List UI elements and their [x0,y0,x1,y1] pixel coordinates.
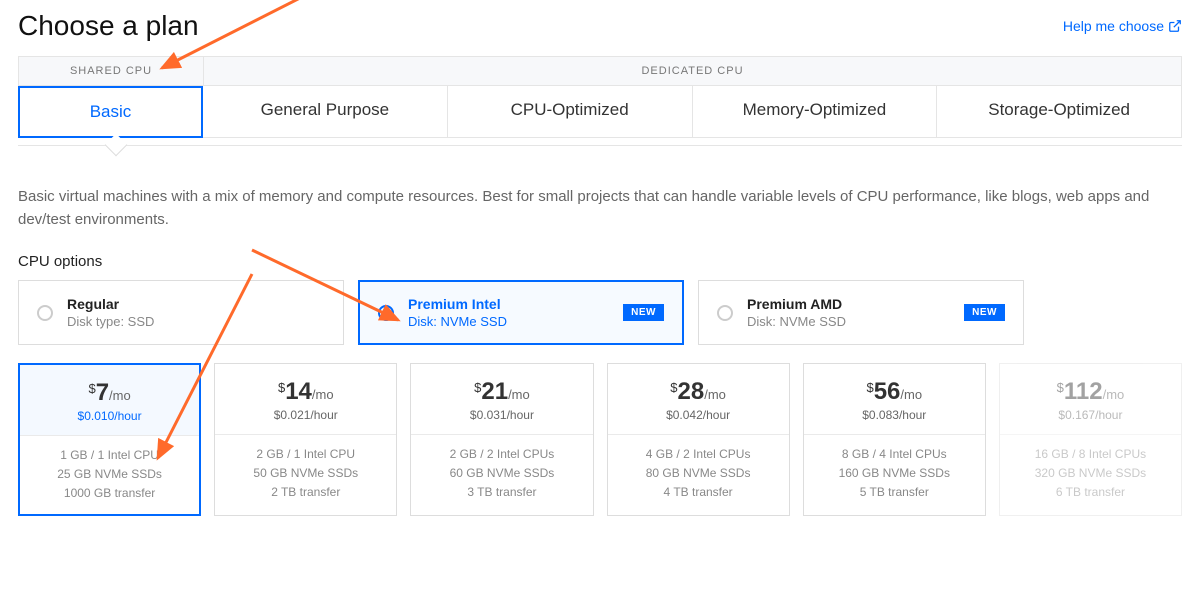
spec-ram-cpu: 1 GB / 1 Intel CPU [20,446,199,465]
cpu-option-premium-amd[interactable]: Premium AMD Disk: NVMe SSD NEW [698,280,1024,345]
cpu-option-disk: Disk: NVMe SSD [747,314,950,329]
page-title: Choose a plan [18,10,199,42]
spec-disk: 50 GB NVMe SSDs [215,464,396,483]
help-link-text: Help me choose [1063,18,1164,34]
spec-transfer: 4 TB transfer [608,483,789,502]
cpu-option-name: Premium Intel [408,296,609,312]
price-hour: $0.042/hour [608,408,789,422]
spec-disk: 25 GB NVMe SSDs [20,465,199,484]
new-badge: NEW [964,304,1005,321]
spec-ram-cpu: 16 GB / 8 Intel CPUs [1000,445,1181,464]
price-hour: $0.010/hour [20,409,199,423]
price-main: $21/mo [411,378,592,406]
price-card-112: $112/mo $0.167/hour 16 GB / 8 Intel CPUs32… [999,363,1182,516]
tab-general-purpose[interactable]: General Purpose [203,86,448,138]
spec-transfer: 1000 GB transfer [20,484,199,503]
price-main: $28/mo [608,378,789,406]
spec-disk: 80 GB NVMe SSDs [608,464,789,483]
tab-basic[interactable]: Basic [18,86,203,138]
cpu-option-premium-intel[interactable]: Premium Intel Disk: NVMe SSD NEW [358,280,684,345]
cpu-option-regular[interactable]: Regular Disk type: SSD [18,280,344,345]
cpu-option-disk: Disk type: SSD [67,314,325,329]
spec-disk: 60 GB NVMe SSDs [411,464,592,483]
price-hour: $0.167/hour [1000,408,1181,422]
radio-icon [378,305,394,321]
price-main: $7/mo [20,379,199,407]
spec-disk: 160 GB NVMe SSDs [804,464,985,483]
cpu-option-name: Premium AMD [747,296,950,312]
price-hour: $0.021/hour [215,408,396,422]
cpu-option-disk: Disk: NVMe SSD [408,314,609,329]
spec-ram-cpu: 4 GB / 2 Intel CPUs [608,445,789,464]
spec-transfer: 6 TB transfer [1000,483,1181,502]
tab-storage-optimized[interactable]: Storage-Optimized [937,86,1182,138]
price-hour: $0.083/hour [804,408,985,422]
plan-description: Basic virtual machines with a mix of mem… [18,186,1182,231]
tab-memory-optimized[interactable]: Memory-Optimized [693,86,938,138]
spec-transfer: 2 TB transfer [215,483,396,502]
external-link-icon [1168,19,1182,33]
spec-transfer: 3 TB transfer [411,483,592,502]
radio-icon [37,305,53,321]
price-card-21[interactable]: $21/mo $0.031/hour 2 GB / 2 Intel CPUs60 G… [410,363,593,516]
shared-cpu-header: SHARED CPU [19,57,204,85]
price-hour: $0.031/hour [411,408,592,422]
price-card-56[interactable]: $56/mo $0.083/hour 8 GB / 4 Intel CPUs160 … [803,363,986,516]
spec-ram-cpu: 8 GB / 4 Intel CPUs [804,445,985,464]
price-main: $14/mo [215,378,396,406]
tab-cpu-optimized[interactable]: CPU-Optimized [448,86,693,138]
radio-icon [717,305,733,321]
cpu-options-label: CPU options [18,253,1182,270]
spec-transfer: 5 TB transfer [804,483,985,502]
spec-ram-cpu: 2 GB / 1 Intel CPU [215,445,396,464]
cpu-options-row: Regular Disk type: SSD Premium Intel Disk: … [18,280,1182,345]
plan-tabs-row: Basic General Purpose CPU-Optimized Memo… [18,86,1182,138]
cpu-category-header: SHARED CPU DEDICATED CPU [18,56,1182,86]
help-me-choose-link[interactable]: Help me choose [1063,18,1182,34]
price-card-28[interactable]: $28/mo $0.042/hour 4 GB / 2 Intel CPUs80 G… [607,363,790,516]
spec-disk: 320 GB NVMe SSDs [1000,464,1181,483]
cpu-option-name: Regular [67,296,325,312]
dedicated-cpu-header: DEDICATED CPU [204,57,1181,85]
spec-ram-cpu: 2 GB / 2 Intel CPUs [411,445,592,464]
price-card-7[interactable]: $7/mo $0.010/hour 1 GB / 1 Intel CPU25 GB … [18,363,201,516]
price-main: $56/mo [804,378,985,406]
price-cards-row: $7/mo $0.010/hour 1 GB / 1 Intel CPU25 GB … [18,363,1182,516]
new-badge: NEW [623,304,664,321]
price-card-14[interactable]: $14/mo $0.021/hour 2 GB / 1 Intel CPU50 GB… [214,363,397,516]
tab-indicator [18,138,1182,168]
price-main: $112/mo [1000,378,1181,406]
